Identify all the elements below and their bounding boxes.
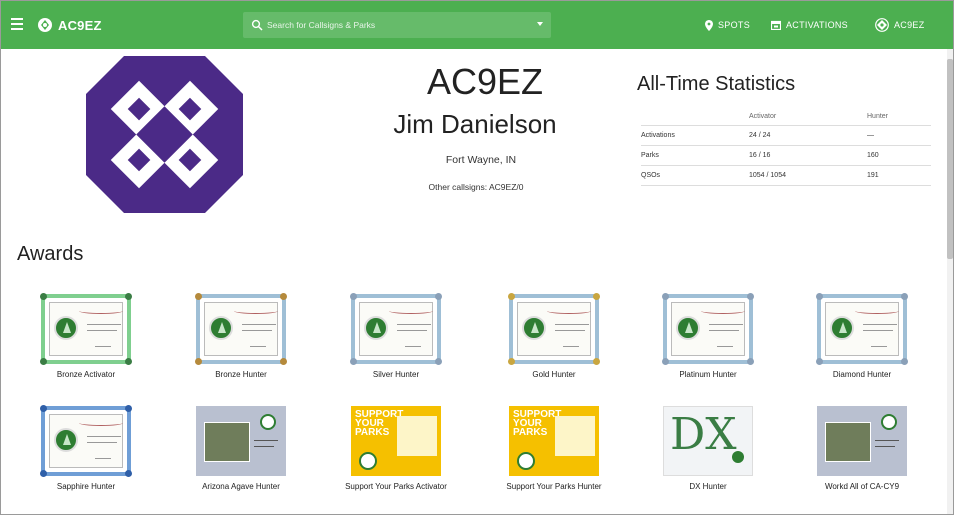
stats-cell: 191 bbox=[867, 165, 931, 186]
profile-logo-image bbox=[86, 56, 243, 213]
search-dropdown-icon[interactable] bbox=[537, 22, 543, 26]
award-card[interactable]: DX DX Hunter bbox=[643, 406, 773, 491]
award-card[interactable]: Gold Hunter bbox=[489, 293, 619, 379]
award-label: Gold Hunter bbox=[532, 370, 576, 379]
awards-title: Awards bbox=[17, 243, 84, 265]
award-label: Silver Hunter bbox=[372, 370, 420, 379]
award-certificate-image[interactable] bbox=[817, 406, 907, 476]
award-card[interactable]: Sapphire Hunter bbox=[21, 405, 151, 491]
award-card[interactable]: Arizona Agave Hunter bbox=[176, 406, 306, 491]
stats-row: Parks 16 / 16 160 bbox=[641, 145, 931, 166]
award-card[interactable]: Platinum Hunter bbox=[643, 293, 773, 379]
stats-col-header: Hunter bbox=[867, 107, 931, 126]
pota-logo-icon bbox=[38, 18, 52, 32]
award-card[interactable]: SUPPORT YOUR PARKS Support Your Parks Hun… bbox=[489, 406, 619, 491]
award-certificate-image[interactable]: DX bbox=[663, 406, 753, 476]
profile-name: Jim Danielson bbox=[393, 109, 557, 139]
stats-cell: — bbox=[867, 125, 931, 146]
award-card-text: SUPPORT YOUR PARKS bbox=[355, 409, 404, 438]
stats-row: QSOs 1054 / 1054 191 bbox=[641, 165, 931, 186]
stats-cell: Parks bbox=[641, 145, 749, 166]
nav-activations[interactable]: ACTIVATIONS bbox=[771, 17, 848, 33]
award-certificate-image[interactable] bbox=[40, 405, 132, 477]
award-certificate-image[interactable] bbox=[508, 293, 600, 365]
hamburger-menu-icon[interactable] bbox=[11, 18, 23, 30]
brand-link[interactable]: AC9EZ bbox=[37, 15, 102, 35]
award-label: Bronze Hunter bbox=[215, 370, 267, 379]
award-card[interactable]: SUPPORT YOUR PARKS Support Your Parks Act… bbox=[331, 406, 461, 491]
stats-header-row: Activator Hunter bbox=[641, 107, 931, 126]
award-label: Bronze Activator bbox=[56, 370, 116, 379]
search-icon bbox=[251, 19, 263, 31]
brand-text: AC9EZ bbox=[58, 17, 102, 33]
award-card[interactable]: Bronze Activator bbox=[21, 293, 151, 379]
page-scrollbar[interactable] bbox=[947, 49, 953, 514]
award-certificate-image[interactable] bbox=[350, 293, 442, 365]
stats-cell: 24 / 24 bbox=[749, 125, 867, 146]
award-certificate-image[interactable]: SUPPORT YOUR PARKS bbox=[351, 406, 441, 476]
award-label: Arizona Agave Hunter bbox=[202, 482, 280, 491]
profile-location: Fort Wayne, IN bbox=[445, 154, 517, 166]
award-card[interactable]: Diamond Hunter bbox=[797, 293, 927, 379]
award-certificate-image[interactable] bbox=[196, 406, 286, 476]
award-certificate-image[interactable] bbox=[816, 293, 908, 365]
award-card[interactable]: Silver Hunter bbox=[331, 293, 461, 379]
app-bar: AC9EZ Search for Callsigns & Parks SPOTS bbox=[1, 1, 953, 49]
user-badge-icon bbox=[875, 18, 889, 32]
nav-spots-label: SPOTS bbox=[718, 20, 751, 30]
nav-user-label: AC9EZ bbox=[894, 20, 925, 30]
calendar-icon bbox=[771, 20, 781, 30]
award-card[interactable]: Bronze Hunter bbox=[176, 293, 306, 379]
award-label: Support Your Parks Hunter bbox=[506, 482, 602, 491]
stats-title: All-Time Statistics bbox=[637, 73, 796, 95]
award-label: Diamond Hunter bbox=[832, 370, 892, 379]
nav-activations-label: ACTIVATIONS bbox=[786, 20, 848, 30]
profile-callsign: AC9EZ bbox=[426, 61, 544, 102]
stats-cell: QSOs bbox=[641, 165, 749, 186]
nav-user-profile[interactable]: AC9EZ bbox=[875, 17, 925, 33]
page: AC9EZ Search for Callsigns & Parks SPOTS bbox=[0, 0, 954, 515]
stats-cell: 16 / 16 bbox=[749, 145, 867, 166]
award-certificate-image[interactable]: SUPPORT YOUR PARKS bbox=[509, 406, 599, 476]
award-label: DX Hunter bbox=[689, 482, 727, 491]
stats-cell: Activations bbox=[641, 125, 749, 146]
award-certificate-image[interactable] bbox=[195, 293, 287, 365]
map-pin-icon bbox=[705, 19, 713, 31]
award-label: Platinum Hunter bbox=[679, 370, 737, 379]
award-certificate-image[interactable] bbox=[662, 293, 754, 365]
scrollbar-thumb[interactable] bbox=[947, 59, 953, 259]
award-certificate-image[interactable] bbox=[40, 293, 132, 365]
search-bar[interactable]: Search for Callsigns & Parks bbox=[243, 12, 551, 38]
profile-other-callsigns: Other callsigns: AC9EZ/0 bbox=[428, 182, 524, 192]
award-card-text: DX bbox=[670, 409, 737, 460]
search-placeholder: Search for Callsigns & Parks bbox=[267, 20, 376, 30]
stats-cell: 1054 / 1054 bbox=[749, 165, 867, 186]
nav-spots[interactable]: SPOTS bbox=[705, 17, 750, 33]
award-card[interactable]: Workd All of CA-CY9 bbox=[797, 406, 927, 491]
stats-row: Activations 24 / 24 — bbox=[641, 125, 931, 146]
stats-col-header bbox=[641, 107, 749, 126]
stats-table: Activator Hunter Activations 24 / 24 — P… bbox=[641, 107, 931, 186]
award-card-text: SUPPORT YOUR PARKS bbox=[513, 409, 562, 438]
award-label: Workd All of CA-CY9 bbox=[824, 482, 900, 491]
award-label: Sapphire Hunter bbox=[56, 482, 116, 491]
stats-cell: 160 bbox=[867, 145, 931, 166]
award-label: Support Your Parks Activator bbox=[345, 482, 447, 491]
stats-col-header: Activator bbox=[749, 107, 867, 126]
